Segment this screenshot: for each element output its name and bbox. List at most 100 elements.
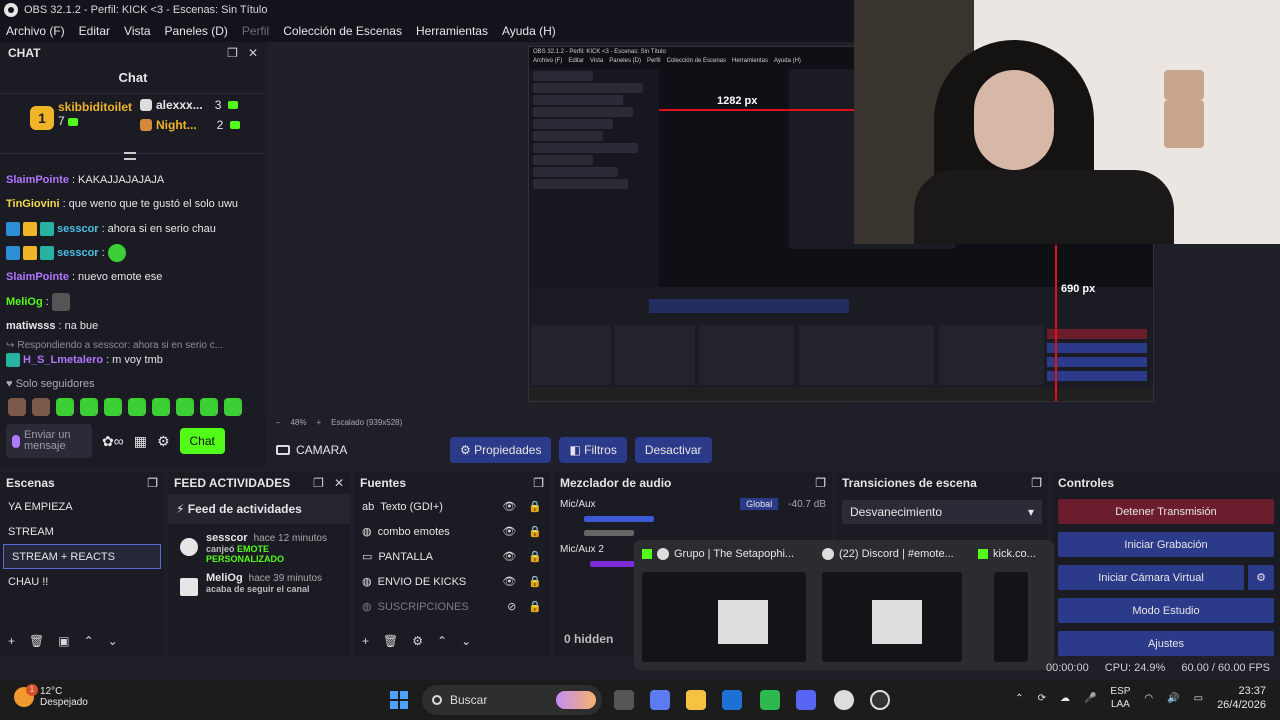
lock-icon[interactable]: 🔒 (528, 575, 542, 588)
obs-icon[interactable] (870, 690, 890, 710)
scene-item[interactable]: YA EMPIEZA (0, 494, 164, 519)
transition-select[interactable]: Desvanecimiento ▾ (842, 500, 1042, 524)
emote-icon[interactable] (32, 398, 50, 416)
undock-icon[interactable]: ❐ (1031, 476, 1042, 490)
zoom-out-icon[interactable]: – (276, 418, 280, 427)
store-icon[interactable]: ▦ (134, 433, 147, 450)
tab-preview-item[interactable]: Grupo | The Setapophi... (642, 548, 794, 560)
spreadsheet-icon[interactable] (760, 690, 780, 710)
gear-icon[interactable]: ⚙ (157, 433, 170, 450)
emote-icon[interactable] (200, 398, 218, 416)
lock-icon[interactable]: 🔒 (528, 525, 542, 538)
emote-icon[interactable] (128, 398, 146, 416)
taskbar-search[interactable]: Buscar (422, 685, 602, 715)
weather-widget[interactable]: 1 12°C Despejado (14, 684, 88, 708)
mic-tray-icon[interactable]: 🎤 (1084, 693, 1096, 704)
tab-thumbnail[interactable] (642, 572, 806, 662)
cloud-icon[interactable]: ☁ (1060, 693, 1070, 704)
eye-icon[interactable]: 👁 (502, 575, 516, 588)
start-recording-button[interactable]: Iniciar Grabación (1058, 532, 1274, 557)
chat-username[interactable]: TinGiovini (6, 198, 60, 210)
emote-icon[interactable] (176, 398, 194, 416)
menu-view[interactable]: Vista (124, 24, 150, 38)
zoom-in-icon[interactable]: + (316, 418, 321, 427)
chat-username[interactable]: SlaimPointe (6, 174, 69, 186)
undock-icon[interactable]: ❐ (147, 476, 158, 490)
emote-icon[interactable] (224, 398, 242, 416)
feed-user[interactable]: MeliOg (206, 572, 243, 584)
scene-item[interactable]: CHAU !! (0, 569, 164, 594)
source-row[interactable]: ◍ combo emotes 👁 🔒 (354, 519, 550, 544)
gear-icon[interactable]: ⚙ (412, 634, 423, 648)
properties-button[interactable]: ⚙ Propiedades (450, 437, 552, 463)
lock-icon[interactable]: 🔒 (528, 550, 542, 563)
trash-icon[interactable]: 🗑 (383, 634, 398, 648)
down-icon[interactable]: ⌄ (461, 634, 471, 648)
source-row[interactable]: ▭ PANTALLA 👁 🔒 (354, 544, 550, 569)
channel-mode[interactable]: Global (740, 498, 779, 510)
undock-icon[interactable]: ❐ (533, 476, 544, 490)
emote-icon[interactable] (80, 398, 98, 416)
source-row[interactable]: ◍ SUSCRIPCIONES ⊘ 🔒 (354, 594, 550, 619)
tab-preview-item[interactable]: kick.co... (978, 548, 1036, 560)
windows-start-icon[interactable] (390, 691, 408, 709)
leader-3-name[interactable]: Night... (156, 118, 197, 132)
emote-icon[interactable] (152, 398, 170, 416)
emote-icon[interactable] (8, 398, 26, 416)
lock-icon[interactable]: 🔒 (528, 500, 542, 513)
virtual-camera-settings-icon[interactable]: ⚙ (1248, 565, 1274, 590)
source-row[interactable]: ab Texto (GDI+) 👁 🔒 (354, 494, 550, 519)
menu-profile[interactable]: Perfil (242, 24, 269, 38)
undock-icon[interactable]: ❐ (815, 476, 826, 490)
lock-icon[interactable]: 🔒 (528, 600, 542, 613)
feed-user[interactable]: sesscor (206, 532, 248, 544)
collapse-icon[interactable] (124, 152, 136, 160)
eye-icon[interactable]: 👁 (502, 525, 516, 538)
store-app-icon[interactable] (722, 690, 742, 710)
close-icon[interactable]: ✕ (334, 476, 344, 490)
source-row[interactable]: ◍ ENVIO DE KICKS 👁 🔒 (354, 569, 550, 594)
deactivate-button[interactable]: Desactivar (634, 437, 712, 463)
tab-preview-item[interactable]: (22) Discord | #emote... (822, 548, 954, 560)
chat-username[interactable]: matiwsss (6, 320, 56, 332)
eye-icon[interactable]: 👁 (502, 500, 516, 513)
trash-icon[interactable]: 🗑 (29, 634, 44, 648)
leader-2-name[interactable]: alexxx... (156, 98, 203, 112)
chevron-up-icon[interactable]: ⌃ (1015, 693, 1023, 704)
menu-tools[interactable]: Herramientas (416, 24, 488, 38)
add-icon[interactable]: + (362, 634, 369, 648)
discord-icon[interactable] (796, 690, 816, 710)
filter-icon[interactable]: ▣ (58, 634, 69, 648)
chat-input[interactable]: Enviar un mensaje (6, 424, 92, 458)
battery-icon[interactable]: ▭ (1194, 693, 1203, 704)
studio-mode-button[interactable]: Modo Estudio (1058, 598, 1274, 623)
chat-username[interactable]: sesscor (57, 247, 99, 259)
tab-thumbnail[interactable] (994, 572, 1028, 662)
settings-button[interactable]: Ajustes (1058, 631, 1274, 656)
volume-icon[interactable]: 🔊 (1167, 693, 1179, 704)
hidden-count[interactable]: 0 hidden (564, 632, 613, 646)
copilot-icon[interactable] (650, 690, 670, 710)
up-icon[interactable]: ⌃ (84, 634, 94, 648)
filters-button[interactable]: ◧ Filtros (559, 437, 627, 463)
scene-item-selected[interactable]: STREAM + REACTS (3, 544, 161, 569)
undock-icon[interactable]: ❐ (313, 476, 324, 490)
chrome-icon[interactable] (834, 690, 854, 710)
file-explorer-icon[interactable] (686, 690, 706, 710)
clock[interactable]: 23:37 26/4/2026 (1217, 684, 1266, 712)
down-icon[interactable]: ⌄ (108, 634, 118, 648)
emote-picker-icon[interactable]: ✿∞ (102, 433, 124, 450)
chat-username[interactable]: sesscor (57, 223, 99, 235)
close-icon[interactable]: ✕ (248, 46, 258, 60)
emote-icon[interactable] (56, 398, 74, 416)
language-indicator[interactable]: ESP LAA (1110, 685, 1130, 711)
chat-username[interactable]: H_S_Lmetalero (23, 354, 103, 366)
menu-docks[interactable]: Paneles (D) (165, 24, 228, 38)
start-virtual-camera-button[interactable]: Iniciar Cámara Virtual (1058, 565, 1244, 590)
menu-edit[interactable]: Editar (79, 24, 110, 38)
chat-username[interactable]: SlaimPointe (6, 271, 69, 283)
eye-hidden-icon[interactable]: ⊘ (507, 600, 516, 613)
sync-icon[interactable]: ⟳ (1038, 693, 1046, 704)
eye-icon[interactable]: 👁 (502, 550, 516, 563)
undock-icon[interactable]: ❐ (227, 46, 238, 60)
